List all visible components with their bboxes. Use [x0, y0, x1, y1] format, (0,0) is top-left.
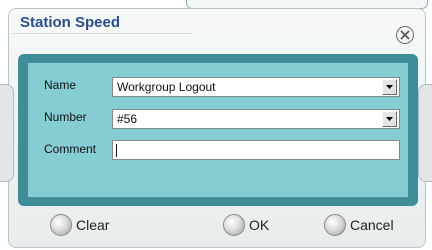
right-side-handle	[418, 84, 432, 182]
number-dropdown-value: #56	[117, 112, 138, 126]
round-button-icon	[50, 214, 72, 236]
text-caret	[116, 144, 117, 157]
round-button-icon	[223, 214, 245, 236]
number-dropdown-button[interactable]	[382, 111, 397, 127]
left-side-handle	[0, 84, 14, 182]
round-button-icon	[324, 214, 346, 236]
triangle-down-icon	[386, 85, 393, 89]
comment-label: Comment	[44, 142, 97, 156]
cancel-button-label: Cancel	[350, 217, 394, 233]
comment-input[interactable]	[112, 140, 400, 160]
close-icon	[400, 30, 410, 40]
ok-button-label: OK	[249, 217, 270, 233]
triangle-down-icon	[386, 117, 393, 121]
number-dropdown[interactable]: #56	[112, 109, 400, 129]
name-dropdown-button[interactable]	[382, 79, 397, 95]
name-label: Name	[44, 78, 77, 92]
close-button[interactable]	[396, 26, 414, 44]
clear-button-label: Clear	[76, 217, 110, 233]
cancel-button[interactable]: Cancel	[324, 214, 406, 236]
dialog-title: Station Speed	[20, 14, 121, 31]
ok-button[interactable]: OK	[223, 214, 277, 236]
name-dropdown-value: Workgroup Logout	[117, 80, 216, 94]
title-divider	[12, 33, 192, 34]
name-dropdown[interactable]: Workgroup Logout	[112, 77, 400, 97]
clear-button[interactable]: Clear	[50, 214, 120, 236]
number-label: Number	[44, 110, 87, 124]
